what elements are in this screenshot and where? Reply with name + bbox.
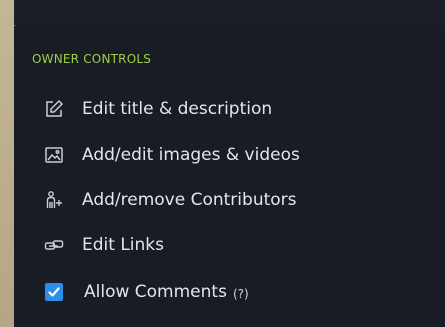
section-title: OWNER CONTROLS [32,52,152,66]
add-remove-contributors-link[interactable]: Add/remove Contributors [42,185,297,215]
checkmark-icon [48,287,60,297]
link-icon [42,233,66,257]
contributors-icon [42,188,66,212]
add-edit-images-videos-link[interactable]: Add/edit images & videos [42,140,300,170]
pencil-edit-icon [42,97,66,121]
owner-controls-panel: OWNER CONTROLS Edit title & description … [14,25,445,327]
add-edit-images-videos-label: Add/edit images & videos [82,145,300,165]
edit-links-link[interactable]: Edit Links [42,230,164,260]
allow-comments-option[interactable]: Allow Comments (?) [42,277,249,307]
edit-title-description-link[interactable]: Edit title & description [42,94,272,124]
edit-title-description-label: Edit title & description [82,99,273,119]
allow-comments-checkbox[interactable] [45,283,63,301]
add-remove-contributors-label: Add/remove Contributors [82,190,297,210]
panel-top-strip [14,0,445,25]
image-icon [42,143,66,167]
edit-links-label: Edit Links [82,235,164,255]
allow-comments-label: Allow Comments [84,282,227,302]
help-tooltip-trigger[interactable]: (?) [233,287,249,301]
